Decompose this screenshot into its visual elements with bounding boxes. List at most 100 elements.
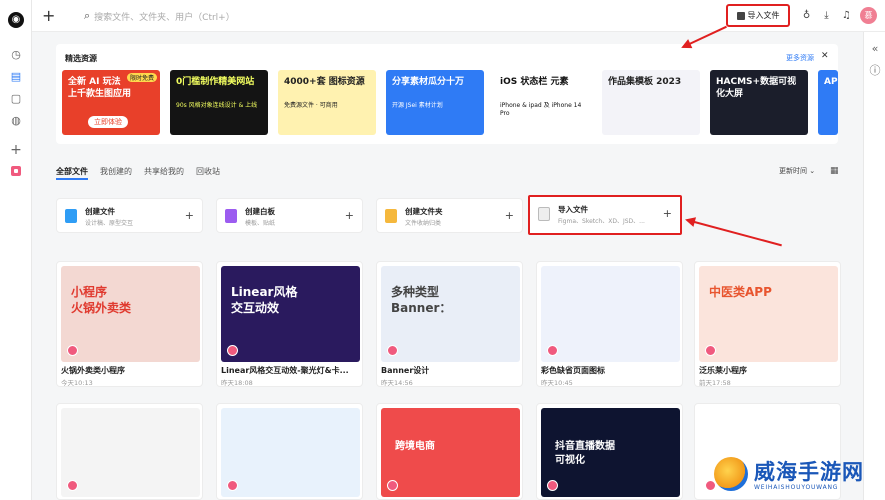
folder-icon: [385, 209, 397, 223]
file-card[interactable]: 多种类型 Banner： Banner设计 昨天14:56: [376, 261, 523, 387]
banner-title: iOS 状态栏 元素: [500, 77, 569, 87]
tab-2[interactable]: 共享给我的: [144, 166, 184, 180]
import-file-button-top[interactable]: 导入文件: [726, 4, 790, 27]
plus-icon[interactable]: +: [663, 207, 672, 220]
action-subtitle: 设计稿、原型交互: [85, 220, 134, 227]
file-card[interactable]: Linear风格 交互动效 Linear风格交互动效-聚光灯&卡... 昨天18:0…: [216, 261, 363, 387]
app-logo-icon[interactable]: ◉: [8, 12, 24, 28]
file-card[interactable]: 彩色缺省页面图标 昨天10:45: [536, 261, 683, 387]
file-time: 今天10:13: [61, 379, 93, 387]
new-plus-button[interactable]: +: [42, 6, 55, 25]
import-icon: [538, 207, 550, 221]
file-thumbnail: 抖音直播数据 可视化: [541, 408, 680, 497]
resources-title: 精选资源: [65, 54, 97, 63]
avatar[interactable]: 慕: [860, 7, 877, 24]
banner-tag: 限时免费: [126, 73, 157, 82]
resource-banner[interactable]: iOS 状态栏 元素 iPhone & ipad 及 iPhone 14 Pro: [494, 70, 592, 135]
banner-title: 0门槛制作精美网站: [176, 77, 255, 87]
close-icon[interactable]: ✕: [821, 51, 829, 61]
import-icon: [736, 11, 745, 20]
add-team-icon[interactable]: +: [9, 143, 23, 157]
file-card[interactable]: [216, 403, 363, 500]
files-icon[interactable]: ▤: [9, 70, 23, 84]
file-time: 前天17:58: [699, 379, 731, 387]
team-icon[interactable]: [11, 166, 21, 176]
file-name: 泛乐莱小程序: [699, 366, 747, 375]
owner-avatar-icon: [227, 345, 238, 356]
file-thumbnail: 多种类型 Banner：: [381, 266, 520, 362]
thumbnail-text: 抖音直播数据 可视化: [555, 441, 615, 466]
thumbnail-text: 跨境电商: [395, 441, 435, 452]
owner-avatar-icon: [547, 480, 558, 491]
action-card-0[interactable]: 创建文件设计稿、原型交互 +: [56, 198, 203, 233]
left-rail: ◉ ◷ ▤ ▢ ◍ +: [0, 0, 32, 500]
resource-banner[interactable]: 作品集模板 2023: [602, 70, 700, 135]
collapse-icon[interactable]: «: [868, 42, 882, 56]
plus-icon[interactable]: +: [185, 209, 194, 222]
file-thumbnail: [61, 408, 200, 497]
sort-label: 更新时间: [779, 167, 807, 175]
file-thumbnail: [541, 266, 680, 362]
download-icon[interactable]: ⤓: [820, 9, 833, 22]
action-subtitle: 模板、贴纸: [245, 220, 276, 227]
action-name: 创建白板: [245, 207, 275, 216]
info-icon[interactable]: ⓘ: [868, 64, 882, 78]
watermark-logo: 威海手游网 WEIHAISHOUYOUWANG: [714, 455, 885, 500]
top-bar: + ⌕ 搜索文件、文件夹、用户（Ctrl+） 导入文件 ♁ ⤓ ♫ 慕: [32, 0, 885, 32]
file-card[interactable]: 抖音直播数据 可视化: [536, 403, 683, 500]
sort-dropdown[interactable]: 更新时间 ⌄: [779, 166, 815, 176]
globe-icon[interactable]: ◍: [9, 114, 23, 128]
more-resources-link[interactable]: 更多资源: [786, 53, 814, 63]
file-name: 火锅外卖类小程序: [61, 366, 125, 375]
owner-avatar-icon: [387, 345, 398, 356]
app-window: ◉ ◷ ▤ ▢ ◍ + + ⌕ 搜索文件、文件夹、用户（Ctrl+） 导入文件 …: [0, 0, 885, 500]
action-card-1[interactable]: 创建白板模板、贴纸 +: [216, 198, 363, 233]
resource-banner[interactable]: 4000+套 图标资源 免费源文件 · 可商用: [278, 70, 376, 135]
banner-subtitle: iPhone & ipad 及 iPhone 14 Pro: [500, 102, 582, 117]
file-thumbnail: [221, 408, 360, 497]
file-card[interactable]: [56, 403, 203, 500]
file-thumbnail: 小程序 火锅外卖类: [61, 266, 200, 362]
import-label: 导入文件: [747, 11, 780, 20]
action-name: 创建文件: [85, 207, 115, 216]
file-card[interactable]: 小程序 火锅外卖类火锅外卖类小程序 今天10:13: [56, 261, 203, 387]
recent-icon[interactable]: ◷: [9, 48, 23, 62]
grid-view-icon[interactable]: ▦: [830, 166, 839, 176]
banner-subtitle: 免费源文件 · 可商用: [284, 102, 338, 109]
file-thumbnail: Linear风格 交互动效: [221, 266, 360, 362]
tab-1[interactable]: 我创建的: [100, 166, 132, 180]
file-name: 彩色缺省页面图标: [541, 366, 605, 375]
annotation-arrow-mid: [686, 219, 782, 247]
action-subtitle: Figma、Sketch、XD、JSD、...: [558, 218, 645, 225]
file-name: Linear风格交互动效-聚光灯&卡...: [221, 366, 349, 375]
file-icon: [65, 209, 77, 223]
bookmark-icon[interactable]: ▢: [9, 92, 23, 106]
action-card-3[interactable]: 导入文件 Figma、Sketch、XD、JSD、... +: [528, 195, 682, 235]
featured-resources: 精选资源 更多资源 ✕ 全新 AI 玩法 上千款生图应用 立即体验 限时免费 0门槛制…: [56, 44, 838, 144]
banner-title: 作品集模板 2023: [608, 77, 682, 87]
banner-button[interactable]: 立即体验: [88, 116, 128, 128]
action-card-2[interactable]: 创建文件夹 文件收纳归类 +: [376, 198, 523, 233]
action-name: 导入文件: [558, 205, 588, 214]
plus-icon[interactable]: +: [345, 209, 354, 222]
tab-0[interactable]: 全部文件: [56, 166, 88, 180]
plugin-icon[interactable]: ♁: [800, 9, 813, 22]
file-name: Banner设计: [381, 366, 430, 375]
resource-banner[interactable]: AP: [818, 70, 838, 135]
resource-banner[interactable]: 0门槛制作精美网站 90s 风格对象连线设计 & 上线: [170, 70, 268, 135]
tab-3[interactable]: 回收站: [196, 166, 220, 180]
search-input[interactable]: ⌕ 搜索文件、文件夹、用户（Ctrl+）: [84, 8, 384, 24]
file-card[interactable]: 中医类APP 泛乐莱小程序 前天17:58: [694, 261, 841, 387]
resource-banner[interactable]: 分享素材瓜分十万 开源 JSei 素材计划: [386, 70, 484, 135]
resource-banner[interactable]: HACMS+数据可视化大屏: [710, 70, 808, 135]
file-card[interactable]: 跨境电商: [376, 403, 523, 500]
bell-icon[interactable]: ♫: [840, 9, 853, 22]
plus-icon[interactable]: +: [505, 209, 514, 222]
owner-avatar-icon: [227, 480, 238, 491]
chevron-down-icon: ⌄: [809, 167, 816, 175]
resource-banner[interactable]: 全新 AI 玩法 上千款生图应用 立即体验 限时免费: [62, 70, 160, 135]
whiteboard-icon: [225, 209, 237, 223]
owner-avatar-icon: [67, 345, 78, 356]
file-thumbnail: 跨境电商: [381, 408, 520, 497]
owner-avatar-icon: [705, 345, 716, 356]
